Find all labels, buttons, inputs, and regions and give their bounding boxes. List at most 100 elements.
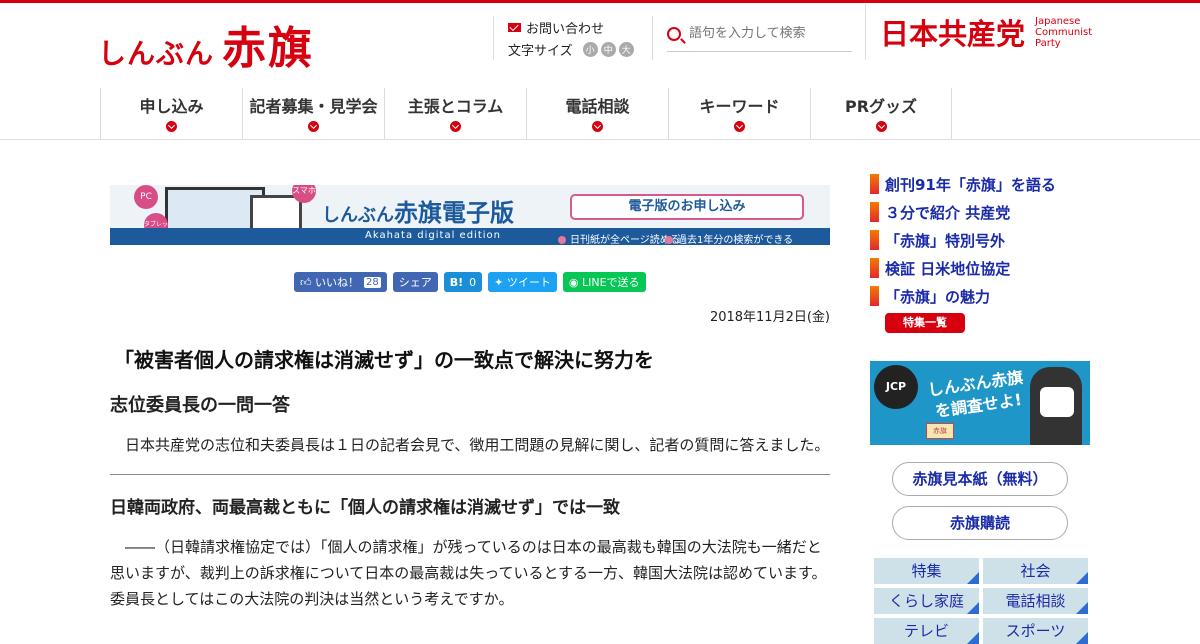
nav-item-column[interactable]: 主張とコラム [384,88,526,140]
mail-icon [508,22,521,32]
category-grid: 特集 社会 くらし家庭 電話相談 テレビ スポーツ [874,558,1089,644]
contact-label: お問い合わせ [526,21,605,37]
sample-paper-button[interactable]: 赤旗見本紙（無料） [892,462,1068,496]
banner-title: しんぶん赤旗電子版 [322,193,514,228]
logo-big-text: 赤旗 [222,23,315,74]
top-accent-bar [0,0,1200,3]
hatena-count: 0 [469,275,477,289]
banner-subtitle: Akahata digital edition [365,230,501,241]
dot-icon [558,236,566,244]
search-area [652,16,864,60]
accent-bar [870,202,879,222]
feature-link-label: 「赤旗」の魅力 [885,287,991,306]
chevron-down-icon [592,121,603,132]
social-buttons: 👍︎ いいね！ 28 シェア B! 0 ✦ ツイート ◉ LINEで送る [294,272,646,292]
nav-item-apply[interactable]: 申し込み [100,88,242,140]
logo-small-text: しんぶん [98,37,215,70]
digital-apply-button[interactable]: 電子版のお申し込み [570,194,804,220]
facebook-share-button[interactable]: シェア [392,272,438,292]
category-item[interactable]: 社会 [983,558,1088,584]
banner-note-text: 日刊紙が全ページ読める [570,235,680,245]
feature-link[interactable]: 「赤旗」の魅力 [870,282,1056,310]
feature-link-label: 創刊91年「赤旗」を語る [885,175,1056,194]
investigate-promo-banner[interactable]: JCP しんぶん赤旗を調査せよ! 赤旗 [870,361,1090,445]
article-subtitle: 志位委員長の一問一答 [110,395,290,416]
banner-title-big: 赤旗電子版 [394,199,514,227]
search-box [667,16,852,52]
party-name: 日本共産党 [880,17,1026,51]
banner-note-text: 過去1年分の検索ができる [677,235,794,245]
contact-link[interactable]: お問い合わせ [508,16,643,38]
twitter-bird-icon: ✦ [494,275,507,289]
tweet-label: ツイート [506,276,551,289]
feature-link-label: ３分で紹介 共産党 [885,203,1011,222]
category-item[interactable]: テレビ [874,618,979,644]
line-label: LINEで送る [581,276,640,289]
facebook-like-button[interactable]: 👍︎ いいね！ 28 [294,272,387,292]
search-icon[interactable] [667,26,681,41]
feature-link[interactable]: 「赤旗」特別号外 [870,226,1056,254]
nav-label: 電話相談 [565,97,630,116]
feature-link[interactable]: 創刊91年「赤旗」を語る [870,170,1056,198]
global-nav: 申し込み 記者募集・見学会 主張とコラム 電話相談 キーワード PRグッズ [100,88,952,140]
category-item[interactable]: スポーツ [983,618,1088,644]
nav-item-keyword[interactable]: キーワード [668,88,810,140]
nav-item-recruit[interactable]: 記者募集・見学会 [242,88,384,140]
site-logo[interactable]: しんぶん 赤旗 [98,12,314,76]
spy-character-image [1030,367,1082,445]
accent-bar [870,258,879,278]
promo-text: しんぶん赤旗を調査せよ! [926,367,1025,421]
nav-item-phone[interactable]: 電話相談 [526,88,668,140]
pc-bubble: PC [134,185,158,209]
thumbs-up-icon: 👍︎ [300,275,315,289]
accent-bar [870,174,879,194]
chevron-down-icon [875,121,887,132]
tweet-button[interactable]: ✦ ツイート [488,272,557,292]
digital-edition-banner[interactable]: PC タブレット スマホ しんぶん赤旗電子版 電子版のお申し込み Akahata… [110,185,830,245]
category-item[interactable]: 電話相談 [983,588,1088,614]
font-size-switcher: 文字サイズ 小 中 大 [508,38,643,60]
chevron-down-icon [734,121,745,132]
line-icon: ◉ [568,275,582,289]
banner-title-small: しんぶん [322,205,394,226]
phone-bubble: スマホ [292,185,316,203]
subscribe-button[interactable]: 赤旗購読 [892,506,1068,540]
line-share-button[interactable]: ◉ LINEで送る [562,272,646,292]
jcp-magazine-badge: JCP [874,365,918,409]
feature-link-label: 検証 日米地位協定 [885,259,1011,278]
like-label: いいね！ [315,276,359,289]
font-size-medium-button[interactable]: 中 [600,41,616,57]
accent-bar [870,230,879,250]
header-utilities: お問い合わせ 文字サイズ 小 中 大 [493,16,643,60]
chevron-down-icon [166,121,177,132]
feature-link[interactable]: 検証 日米地位協定 [870,254,1056,282]
article-paragraph: ――（日韓請求権協定では）「個人の請求権」が残っているのは日本の最高裁も韓国の大… [110,538,827,608]
accent-bar [870,286,879,306]
nav-label: PRグッズ [844,97,918,116]
category-item[interactable]: くらし家庭 [874,588,979,614]
party-english: Japanese Communist Party [1035,16,1092,49]
jcp-logo[interactable]: 日本共産党 Japanese Communist Party [865,4,1092,60]
font-size-label: 文字サイズ [508,43,573,59]
hatena-label: B! [449,275,464,289]
nav-item-goods[interactable]: PRグッズ [810,88,952,140]
nav-label: 申し込み [139,97,204,116]
feature-link-label: 「赤旗」特別号外 [885,231,1006,250]
nav-divider [0,139,1200,140]
nav-label: 主張とコラム [407,97,504,116]
banner-note: 過去1年分の検索ができる [665,231,793,245]
category-item[interactable]: 特集 [874,558,979,584]
party-eng-line: Japanese [1035,15,1081,27]
party-eng-line: Communist [1035,26,1093,38]
chevron-down-icon [308,121,319,132]
article-body: 「被害者個人の請求権は消滅せず」の一致点で解決に努力を 志位委員長の一問一答 日… [110,344,830,612]
feature-list-button[interactable]: 特集一覧 [885,313,965,333]
banner-note: 日刊紙が全ページ読める [558,231,680,245]
hatena-bookmark-button[interactable]: B! 0 [443,272,483,292]
promo-stamp: 赤旗 [926,423,954,439]
font-size-large-button[interactable]: 大 [618,41,634,57]
search-input[interactable] [689,26,839,41]
article-title: 「被害者個人の請求権は消滅せず」の一致点で解決に努力を [114,348,654,372]
feature-link[interactable]: ３分で紹介 共産党 [870,198,1056,226]
font-size-small-button[interactable]: 小 [582,41,598,57]
